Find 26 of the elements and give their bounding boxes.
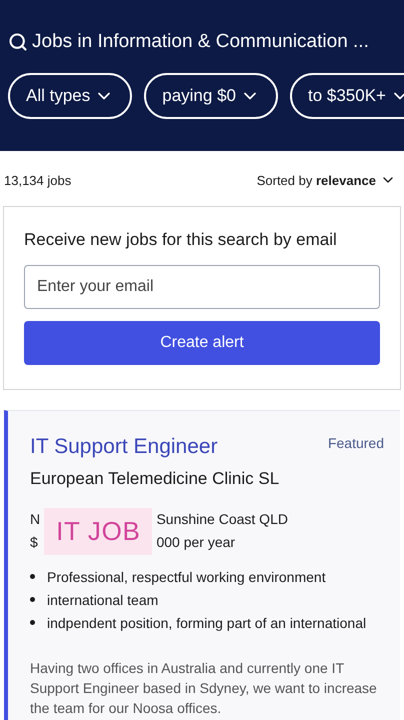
benefit-text: indpendent position, forming part of an international [47, 614, 366, 633]
featured-label: Featured [328, 434, 384, 452]
filter-pill[interactable]: All types [8, 72, 132, 118]
search-icon [8, 32, 28, 52]
bullet-icon [30, 574, 35, 578]
search-query[interactable]: Jobs in Information & Communication ... [32, 28, 369, 56]
salary-text: $ [30, 533, 39, 552]
job-count: 13,134 jobs [4, 172, 72, 190]
job-title[interactable]: IT Support Engineer [30, 430, 218, 462]
location-text: N [30, 510, 40, 529]
email-field[interactable]: Enter your email [24, 264, 380, 308]
sort-dropdown[interactable]: Sorted by relevance [256, 170, 396, 190]
filter-pill[interactable]: paying $0 [144, 72, 278, 118]
benefit-text: international team [47, 590, 158, 610]
location-text: Sunshine Coast QLD [156, 510, 289, 529]
create-alert-button[interactable]: Create alert [24, 320, 380, 364]
sticker: IT JOB [44, 508, 152, 554]
job-card[interactable] [4, 410, 400, 720]
bullet-icon [30, 620, 35, 624]
benefit-text: Professional, respectful working environment [47, 568, 326, 587]
bullet-icon [30, 596, 35, 602]
filter-pill[interactable]: to $350K+ [290, 72, 404, 118]
alert-title: Receive new jobs for this search by email [24, 229, 338, 251]
company-name: European Telemedicine Clinic SL [30, 468, 280, 490]
salary-text: 000 per year [156, 533, 236, 552]
job-description: Having two offices in Australia and currently one IT Support Engineer based in Sdyney, we want to increase the team for our Noosa offices. [30, 658, 378, 718]
